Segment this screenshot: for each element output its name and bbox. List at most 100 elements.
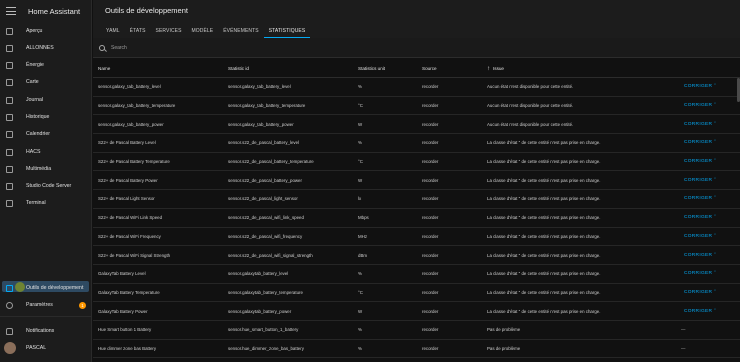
search-bar[interactable]: Search xyxy=(93,38,740,58)
cell-source: recorder xyxy=(422,177,439,183)
sidebar-item-home[interactable]: ALLONNES xyxy=(0,41,92,55)
fix-button-label: CORRIGER xyxy=(684,252,713,258)
fix-button[interactable]: CORRIGER ˘ xyxy=(684,122,716,127)
table-row[interactable]: GalaxyTab Battery Level sensor.galaxytab_… xyxy=(93,265,740,284)
fix-button[interactable]: CORRIGER ˘ xyxy=(684,234,716,239)
cell-unit: W xyxy=(358,121,363,127)
cell-unit: MHz xyxy=(358,233,368,239)
cell-source: recorder xyxy=(422,84,439,90)
table-row[interactable]: sensor.galaxy_tab_battery_level sensor.ga… xyxy=(93,78,740,97)
sidebar-item-label: ALLONNES xyxy=(26,45,54,51)
fix-button[interactable]: CORRIGER ˘ xyxy=(684,271,716,276)
column-header-source[interactable]: Source xyxy=(422,66,437,71)
sidebar-item-label: Journal xyxy=(26,97,44,103)
cell-name: GalaxyTab Battery Level xyxy=(98,271,146,277)
sidebar-item-user[interactable]: PASCAL xyxy=(0,341,92,355)
cell-name: S22+ de Pascal Battery Power xyxy=(98,177,158,183)
sidebar-item-label: Studio Code Server xyxy=(26,183,72,189)
fix-button[interactable]: CORRIGER ˘ xyxy=(684,178,716,183)
tab-1[interactable]: ÉTATS xyxy=(125,24,151,38)
sidebar-item-terminal[interactable]: Terminal xyxy=(0,196,92,210)
table-row[interactable]: sensor.galaxy_tab_battery_power sensor.ga… xyxy=(93,115,740,135)
tab-3[interactable]: MODÈLE xyxy=(187,24,219,38)
table-row[interactable]: S22+ de Pascal Light Sensor sensor.s22_de… xyxy=(93,190,740,209)
cell-source: recorder xyxy=(422,196,439,202)
table-row[interactable]: S22+ de Pascal Battery Power sensor.s22_d… xyxy=(93,171,740,191)
fix-button[interactable]: CORRIGER ˘ xyxy=(684,140,716,145)
cell-source: recorder xyxy=(422,271,439,277)
fix-button-label: CORRIGER xyxy=(684,271,713,277)
cell-unit: Mbps xyxy=(358,215,369,221)
table-row[interactable]: S22+ de Pascal Battery Level sensor.s22_d… xyxy=(93,134,740,153)
fix-button[interactable]: CORRIGER ˘ xyxy=(684,84,716,89)
table-row[interactable]: S22+ de Pascal Battery Temperature sensor… xyxy=(93,153,740,172)
calendar-icon xyxy=(6,130,13,138)
table-row[interactable]: Hue Smart button 1 Battery sensor.hue_sma… xyxy=(93,321,740,340)
fix-button[interactable]: CORRIGER ˘ xyxy=(684,103,716,108)
table-row[interactable]: S22+ de Pascal WiFi Link Speed sensor.s22… xyxy=(93,209,740,228)
chevron-icon: ˘ xyxy=(714,140,717,146)
user-name: PASCAL xyxy=(26,345,47,351)
sidebar-item-label: Paramètres xyxy=(26,302,53,308)
table-row[interactable]: GalaxyTab Battery Temperature sensor.gala… xyxy=(93,284,740,303)
tab-2[interactable]: SERVICES xyxy=(151,24,187,38)
cell-statistic-id: sensor.galaxytab_battery_level xyxy=(228,271,289,277)
cell-unit: % xyxy=(358,84,362,90)
sidebar-item-code[interactable]: Studio Code Server xyxy=(0,179,92,193)
fix-button[interactable]: CORRIGER ˘ xyxy=(684,309,716,314)
column-header-name[interactable]: Name xyxy=(98,66,110,71)
table-row[interactable]: Hue dimmer zone bas Battery sensor.hue_di… xyxy=(93,340,740,359)
fix-button[interactable]: CORRIGER ˘ xyxy=(684,253,716,258)
chevron-icon: ˘ xyxy=(714,308,717,314)
cell-source: recorder xyxy=(422,345,439,351)
fix-button-label: CORRIGER xyxy=(684,177,713,183)
cell-issue: Aucun état n'est disponible pour cette e… xyxy=(487,84,574,90)
tab-4[interactable]: ÉVÉNEMENTS xyxy=(218,24,263,38)
cell-name: S22+ de Pascal Light Sensor xyxy=(98,196,155,202)
sidebar-item-label: Multimédia xyxy=(26,166,52,172)
sidebar-item-lightning[interactable]: Énergie xyxy=(0,58,92,72)
fix-button-label: CORRIGER xyxy=(684,289,713,295)
cell-issue: La classe d'état '' de cette entité n'es… xyxy=(487,196,601,202)
cell-issue: Aucun état n'est disponible pour cette e… xyxy=(487,103,574,109)
fix-button[interactable]: CORRIGER ˘ xyxy=(684,290,716,295)
sidebar-item-media[interactable]: Multimédia xyxy=(0,162,92,176)
sidebar-item-settings[interactable]: Paramètres 1 xyxy=(0,298,92,312)
sidebar-item-chart[interactable]: Historique xyxy=(0,110,92,124)
media-icon xyxy=(6,165,13,173)
sidebar-item-list[interactable]: Journal xyxy=(0,93,92,107)
tab-5[interactable]: STATISTIQUES xyxy=(263,24,311,38)
table-row[interactable]: GalaxyTab Battery Power sensor.galaxytab_… xyxy=(93,302,740,321)
fix-button[interactable]: CORRIGER ˘ xyxy=(684,215,716,220)
list-icon xyxy=(6,96,13,104)
table-row[interactable]: S22+ de Pascal WiFi Signal Strength senso… xyxy=(93,246,740,265)
terminal-icon xyxy=(6,199,13,207)
cell-name: Hue Smart button 1 Battery xyxy=(98,327,152,333)
sidebar-item-dashboard[interactable]: Aperçu xyxy=(0,24,92,38)
sidebar-item-map[interactable]: Carte xyxy=(0,75,92,89)
home-icon xyxy=(6,44,13,52)
search-input[interactable]: Search xyxy=(111,45,127,51)
cell-statistic-id: sensor.s22_de_pascal_battery_level xyxy=(228,140,300,146)
column-header-unit[interactable]: Statistics unit xyxy=(358,66,385,71)
chevron-icon: ˘ xyxy=(714,289,717,295)
sidebar-item-dev-tools[interactable]: Outils de développement xyxy=(0,281,92,295)
column-header-statistic-id[interactable]: Statistic id xyxy=(228,66,249,71)
table-row[interactable]: sensor.galaxy_tab_battery_temperature sen… xyxy=(93,97,740,116)
cell-issue: La classe d'état '' de cette entité n'es… xyxy=(487,177,601,183)
hacs-icon xyxy=(6,148,13,156)
chevron-icon: ˘ xyxy=(714,271,717,277)
menu-icon[interactable] xyxy=(6,7,16,15)
cell-name: GalaxyTab Battery Temperature xyxy=(98,289,160,295)
tab-0[interactable]: YAML xyxy=(101,24,125,38)
sidebar-item-hacs[interactable]: HACS xyxy=(0,145,92,159)
column-header-issue[interactable]: ↑ Issue xyxy=(487,66,504,72)
sidebar-item-calendar[interactable]: Calendrier xyxy=(0,127,92,141)
fix-button[interactable]: CORRIGER ˘ xyxy=(684,196,716,201)
fix-button[interactable]: CORRIGER ˘ xyxy=(684,159,716,164)
main-content: Outils de développement YAML ÉTATS SERVICE… xyxy=(93,0,740,362)
fix-button-label: CORRIGER xyxy=(684,159,713,165)
cell-unit: dBm xyxy=(358,252,368,258)
table-row[interactable]: S22+ de Pascal WiFi Frequency sensor.s22_… xyxy=(93,228,740,247)
sidebar-item-notifications[interactable]: Notifications xyxy=(0,324,92,338)
